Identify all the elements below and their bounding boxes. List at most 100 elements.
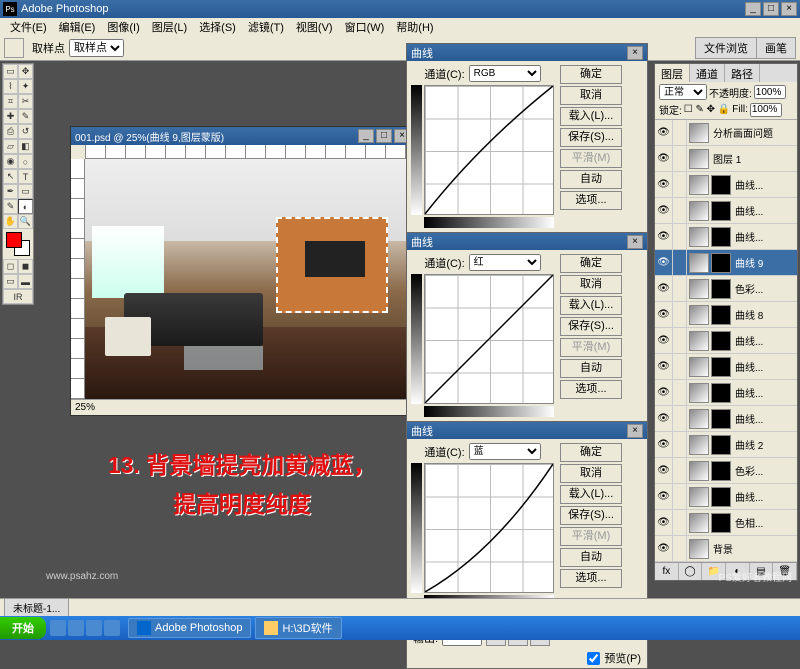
tool-dodge[interactable]: ○ bbox=[18, 154, 33, 169]
mask-thumb[interactable] bbox=[711, 227, 731, 247]
tool-history[interactable]: ↺ bbox=[18, 124, 33, 139]
tab-layers[interactable]: 图层 bbox=[655, 64, 690, 82]
layer-row[interactable]: 👁曲线 2 bbox=[655, 432, 797, 458]
tab-filebrowser[interactable]: 文件浏览 bbox=[695, 37, 757, 59]
visibility-icon[interactable]: 👁 bbox=[655, 302, 673, 327]
visibility-icon[interactable]: 👁 bbox=[655, 380, 673, 405]
link-cell[interactable] bbox=[673, 224, 687, 249]
mask-thumb[interactable] bbox=[711, 175, 731, 195]
mask-thumb[interactable] bbox=[711, 435, 731, 455]
layer-thumb[interactable] bbox=[689, 201, 709, 221]
layer-thumb[interactable] bbox=[689, 123, 709, 143]
menu-edit[interactable]: 编辑(E) bbox=[53, 19, 102, 35]
layer-thumb[interactable] bbox=[689, 227, 709, 247]
tool-gradient[interactable]: ◧ bbox=[18, 139, 33, 154]
ok-button2[interactable]: 确定 bbox=[560, 254, 622, 273]
tool-zoom[interactable]: 🔍 bbox=[18, 214, 33, 229]
visibility-icon[interactable]: 👁 bbox=[655, 250, 673, 275]
load-button2[interactable]: 载入(L)... bbox=[560, 296, 622, 315]
tool-blur[interactable]: ◉ bbox=[3, 154, 18, 169]
layer-list[interactable]: 👁分析画面问题👁图层 1👁曲线...👁曲线...👁曲线...👁曲线 9👁色彩..… bbox=[655, 119, 797, 562]
screen-full[interactable]: ▬ bbox=[18, 274, 33, 289]
cancel-button2[interactable]: 取消 bbox=[560, 275, 622, 294]
taskbar-item-folder[interactable]: H:\3D软件 bbox=[255, 617, 341, 639]
layer-thumb[interactable] bbox=[689, 383, 709, 403]
doc-max[interactable]: □ bbox=[376, 129, 392, 143]
menu-file[interactable]: 文件(E) bbox=[4, 19, 53, 35]
visibility-icon[interactable]: 👁 bbox=[655, 484, 673, 509]
tool-brush[interactable]: ✎ bbox=[18, 109, 33, 124]
curves-close2[interactable]: × bbox=[627, 235, 643, 249]
link-cell[interactable] bbox=[673, 510, 687, 535]
tool-path[interactable]: ↖ bbox=[3, 169, 18, 184]
tool-lasso[interactable]: ⌇ bbox=[3, 79, 18, 94]
curves-close3[interactable]: × bbox=[627, 424, 643, 438]
mask-thumb[interactable] bbox=[711, 331, 731, 351]
link-cell[interactable] bbox=[673, 536, 687, 561]
layer-row[interactable]: 👁分析画面问题 bbox=[655, 120, 797, 146]
sample-select[interactable]: 取样点 bbox=[69, 39, 124, 57]
tool-eyedropper[interactable]: ◐ bbox=[18, 199, 33, 214]
link-cell[interactable] bbox=[673, 328, 687, 353]
layer-thumb[interactable] bbox=[689, 357, 709, 377]
layer-row[interactable]: 👁曲线... bbox=[655, 172, 797, 198]
layer-row[interactable]: 👁色彩... bbox=[655, 276, 797, 302]
tab-paths[interactable]: 路径 bbox=[725, 64, 760, 82]
tool-move[interactable]: ✥ bbox=[18, 64, 33, 79]
layer-thumb[interactable] bbox=[689, 539, 709, 559]
layer-thumb[interactable] bbox=[689, 409, 709, 429]
auto-button3[interactable]: 自动 bbox=[560, 548, 622, 567]
mask-button[interactable]: ◯ bbox=[679, 563, 703, 580]
layer-row[interactable]: 👁曲线... bbox=[655, 328, 797, 354]
visibility-icon[interactable]: 👁 bbox=[655, 510, 673, 535]
link-cell[interactable] bbox=[673, 276, 687, 301]
visibility-icon[interactable]: 👁 bbox=[655, 432, 673, 457]
layer-thumb[interactable] bbox=[689, 305, 709, 325]
tool-marquee[interactable]: ▭ bbox=[3, 64, 18, 79]
maximize-button[interactable]: □ bbox=[763, 2, 779, 16]
layer-row[interactable]: 👁曲线 9 bbox=[655, 250, 797, 276]
layer-thumb[interactable] bbox=[689, 253, 709, 273]
blend-mode[interactable]: 正常 bbox=[659, 84, 707, 100]
ruler-vertical[interactable] bbox=[71, 159, 85, 399]
layer-row[interactable]: 👁曲线... bbox=[655, 198, 797, 224]
mask-thumb[interactable] bbox=[711, 279, 731, 299]
link-cell[interactable] bbox=[673, 198, 687, 223]
channel-select-rgb[interactable]: RGB bbox=[469, 65, 541, 82]
tool-eraser[interactable]: ▱ bbox=[3, 139, 18, 154]
ok-button[interactable]: 确定 bbox=[560, 65, 622, 84]
cancel-button[interactable]: 取消 bbox=[560, 86, 622, 105]
layer-row[interactable]: 👁曲线... bbox=[655, 484, 797, 510]
mode-quickmask[interactable]: ◼ bbox=[18, 259, 33, 274]
menu-help[interactable]: 帮助(H) bbox=[390, 19, 439, 35]
curves-close[interactable]: × bbox=[627, 46, 643, 60]
tool-notes[interactable]: ✎ bbox=[3, 199, 18, 214]
fx-button[interactable]: fx bbox=[655, 563, 679, 580]
canvas[interactable] bbox=[85, 159, 414, 399]
eyedropper-icon[interactable] bbox=[4, 38, 24, 58]
tool-shape[interactable]: ▭ bbox=[18, 184, 33, 199]
doc-titlebar[interactable]: 001.psd @ 25%(曲线 9,图层蒙版) _ □ × bbox=[71, 127, 414, 145]
link-cell[interactable] bbox=[673, 354, 687, 379]
tool-wand[interactable]: ✦ bbox=[18, 79, 33, 94]
taskbar-item-ps[interactable]: Adobe Photoshop bbox=[128, 618, 251, 638]
minimize-button[interactable]: _ bbox=[745, 2, 761, 16]
mask-thumb[interactable] bbox=[711, 305, 731, 325]
close-button[interactable]: × bbox=[781, 2, 797, 16]
link-cell[interactable] bbox=[673, 380, 687, 405]
curves-graph3[interactable] bbox=[424, 463, 554, 593]
mask-thumb[interactable] bbox=[711, 409, 731, 429]
channel-select-red[interactable]: 红 bbox=[469, 254, 541, 271]
curves-graph[interactable] bbox=[424, 85, 554, 215]
mask-thumb[interactable] bbox=[711, 461, 731, 481]
visibility-icon[interactable]: 👁 bbox=[655, 354, 673, 379]
auto-button2[interactable]: 自动 bbox=[560, 359, 622, 378]
layer-thumb[interactable] bbox=[689, 513, 709, 533]
load-button3[interactable]: 载入(L)... bbox=[560, 485, 622, 504]
layer-row[interactable]: 👁色相... bbox=[655, 510, 797, 536]
tool-pen[interactable]: ✒ bbox=[3, 184, 18, 199]
visibility-icon[interactable]: 👁 bbox=[655, 328, 673, 353]
start-button[interactable]: 开始 bbox=[0, 617, 46, 639]
mask-thumb[interactable] bbox=[711, 383, 731, 403]
visibility-icon[interactable]: 👁 bbox=[655, 198, 673, 223]
